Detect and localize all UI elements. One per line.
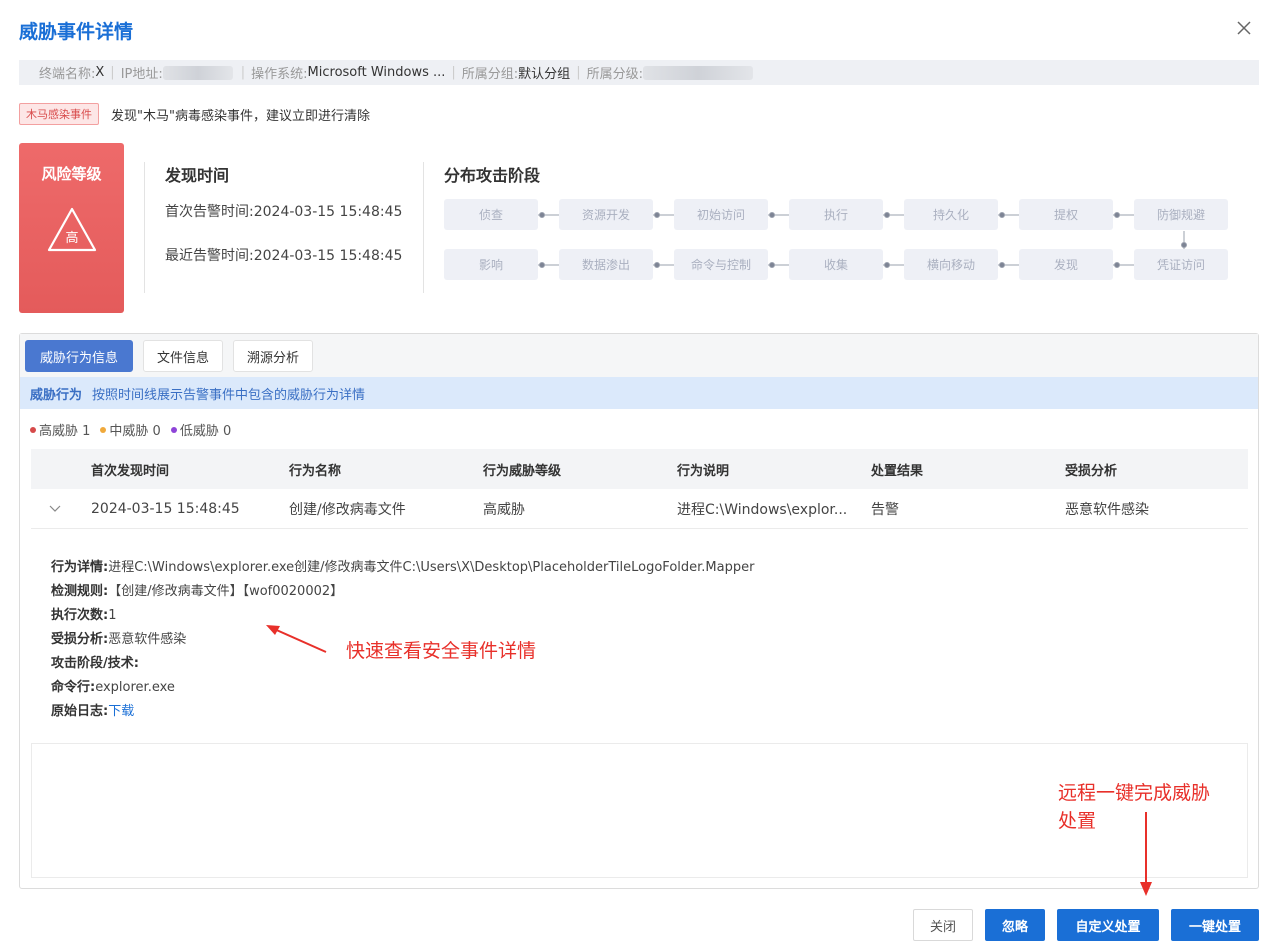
stage-command-control: 命令与控制 xyxy=(674,249,768,280)
stage-collection: 收集 xyxy=(789,249,883,280)
annotation-quick-view: 快速查看安全事件详情 xyxy=(346,640,537,662)
stage-privilege-escalation: 提权 xyxy=(1019,199,1113,230)
stage-lateral-movement: 横向移动 xyxy=(904,249,998,280)
stage-execution: 执行 xyxy=(789,199,883,230)
stage-recon: 侦查 xyxy=(444,199,538,230)
event-summary: 木马感染事件 发现"木马"病毒感染事件，建议立即进行清除 xyxy=(19,103,370,125)
close-icon[interactable] xyxy=(1234,18,1254,38)
legend-low: 低威胁 0 xyxy=(170,420,231,439)
stage-credential-access: 凭证访问 xyxy=(1134,249,1228,280)
tab-file-info[interactable]: 文件信息 xyxy=(143,340,223,372)
group-label: 所属分组: xyxy=(461,67,519,82)
first-alert-time: 首次告警时间:2024-03-15 15:48:45 xyxy=(165,204,403,220)
level-label: 所属分级: xyxy=(586,67,643,82)
ip-label: IP地址: xyxy=(120,67,163,82)
detail-rule: 检测规则:【创建/修改病毒文件】【wof0020002】 xyxy=(51,584,344,599)
behavior-banner: 威胁行为 按照时间线展示告警事件中包含的威胁行为详情 xyxy=(20,377,1258,409)
detail-raw-log: 原始日志:下载 xyxy=(51,704,135,719)
banner-title: 威胁行为 xyxy=(30,387,83,403)
annotation-remote-disposal-1: 远程一键完成威胁 xyxy=(1058,782,1211,804)
row-first-found-time: 2024-03-15 15:48:45 xyxy=(91,501,240,517)
stage-initial-access: 初始访问 xyxy=(674,199,768,230)
threat-legend: 高威胁 1 中威胁 0 低威胁 0 xyxy=(30,420,241,439)
dialog-title: 威胁事件详情 xyxy=(19,21,134,43)
col-disposal-result: 处置结果 xyxy=(871,463,924,479)
behavior-detail-expanded: 行为详情:进程C:\Windows\explorer.exe创建/修改病毒文件C… xyxy=(31,529,1248,744)
detail-attack-stage: 攻击阶段/技术: xyxy=(51,656,139,671)
ip-redacted xyxy=(162,65,233,80)
warning-triangle-icon: 高 xyxy=(47,207,96,252)
custom-disposal-button[interactable]: 自定义处置 xyxy=(1057,909,1159,941)
detail-behavior: 行为详情:进程C:\Windows\explorer.exe创建/修改病毒文件C… xyxy=(51,560,755,575)
table-row[interactable]: 2024-03-15 15:48:45 创建/修改病毒文件 高威胁 进程C:\W… xyxy=(31,489,1248,529)
table-header: 首次发现时间 行为名称 行为威胁等级 行为说明 处置结果 受损分析 xyxy=(31,449,1248,489)
col-damage-analysis: 受损分析 xyxy=(1065,463,1118,479)
tab-bar: 威胁行为信息 文件信息 溯源分析 xyxy=(20,334,1258,377)
col-first-found-time: 首次发现时间 xyxy=(91,463,170,479)
stage-persistence: 持久化 xyxy=(904,199,998,230)
tab-trace-analysis[interactable]: 溯源分析 xyxy=(233,340,313,372)
col-behavior-threat-level: 行为威胁等级 xyxy=(483,463,562,479)
terminal-info-bar: 终端名称: X | IP地址: | 操作系统: Microsoft Window… xyxy=(19,60,1259,85)
col-behavior-desc: 行为说明 xyxy=(677,463,730,479)
os-label: 操作系统: xyxy=(251,67,308,82)
risk-level-value: 高 xyxy=(65,230,78,246)
close-button[interactable]: 关闭 xyxy=(913,909,973,941)
terminal-name-value: X xyxy=(95,65,105,80)
last-alert-time: 最近告警时间:2024-03-15 15:48:45 xyxy=(165,248,403,264)
detail-damage: 受损分析:恶意软件感染 xyxy=(51,632,187,647)
row-disposal-result: 告警 xyxy=(871,502,899,518)
found-time-title: 发现时间 xyxy=(165,166,230,185)
row-damage-analysis: 恶意软件感染 xyxy=(1065,502,1149,518)
row-threat-level: 高威胁 xyxy=(483,502,525,518)
tab-threat-behavior[interactable]: 威胁行为信息 xyxy=(25,340,133,372)
row-behavior-desc: 进程C:\Windows\explor... xyxy=(677,502,848,518)
legend-high: 高威胁 1 xyxy=(30,420,90,439)
attack-stage-flow: 侦查 资源开发 初始访问 执行 持久化 提权 防御规避 影响 数据渗出 命令与控… xyxy=(444,162,1234,287)
annotation-arrow-left xyxy=(266,625,327,653)
ignore-button[interactable]: 忽略 xyxy=(985,909,1045,941)
stage-resource-dev: 资源开发 xyxy=(559,199,653,230)
detail-exec-count: 执行次数:1 xyxy=(51,608,117,623)
annotation-arrow-down xyxy=(1140,812,1152,896)
stage-exfiltration: 数据渗出 xyxy=(559,249,653,280)
banner-desc: 按照时间线展示告警事件中包含的威胁行为详情 xyxy=(92,387,366,403)
annotation-remote-disposal-2: 处置 xyxy=(1058,810,1097,832)
stage-defense-evasion: 防御规避 xyxy=(1134,199,1228,230)
one-click-disposal-button[interactable]: 一键处置 xyxy=(1171,909,1259,941)
legend-medium: 中威胁 0 xyxy=(100,420,161,439)
stage-discovery: 发现 xyxy=(1019,249,1113,280)
risk-level-title: 风险等级 xyxy=(41,165,102,183)
event-type-tag: 木马感染事件 xyxy=(19,103,99,125)
stage-impact: 影响 xyxy=(444,249,538,280)
chevron-down-icon[interactable] xyxy=(49,489,61,529)
level-redacted xyxy=(642,65,753,80)
os-value: Microsoft Windows ... xyxy=(307,65,446,80)
terminal-name-label: 终端名称: xyxy=(39,67,96,82)
col-behavior-name: 行为名称 xyxy=(289,463,342,479)
detail-command-line: 命令行:explorer.exe xyxy=(51,680,175,695)
found-time-section: 发现时间 首次告警时间:2024-03-15 15:48:45 最近告警时间:2… xyxy=(165,162,402,264)
group-value: 默认分组 xyxy=(518,67,571,82)
row-behavior-name: 创建/修改病毒文件 xyxy=(289,502,406,518)
download-log-link[interactable]: 下载 xyxy=(108,704,134,719)
event-description: 发现"木马"病毒感染事件，建议立即进行清除 xyxy=(111,108,370,124)
risk-level-card: 风险等级 高 xyxy=(19,143,124,313)
